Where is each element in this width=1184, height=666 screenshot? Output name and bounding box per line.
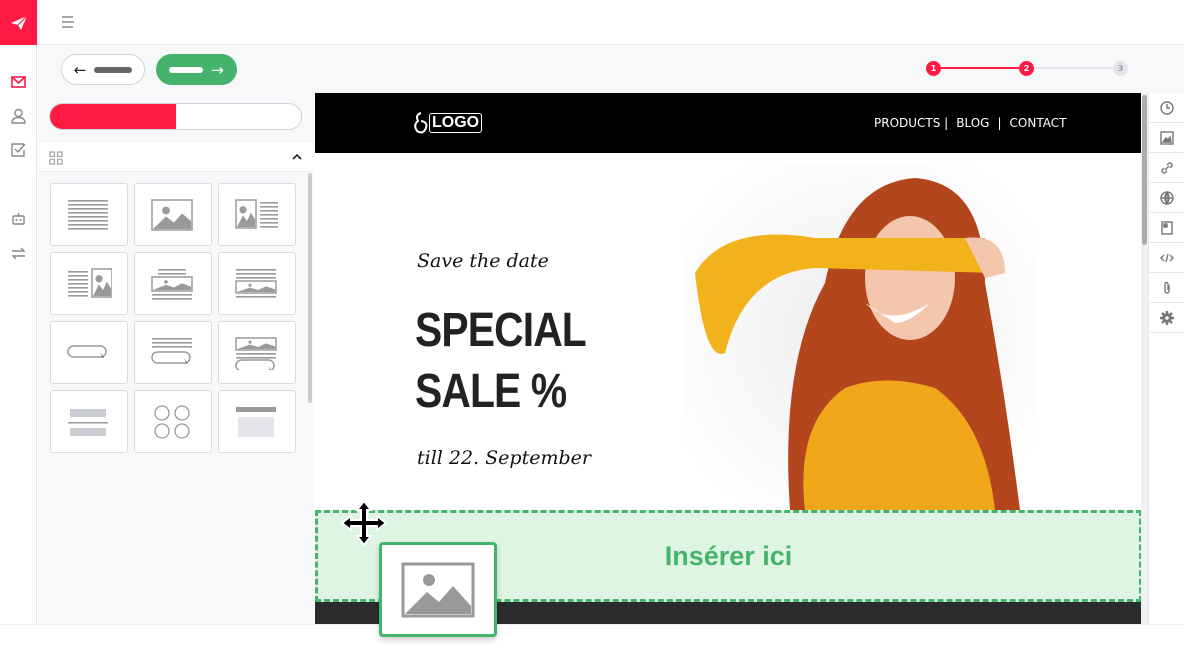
next-button[interactable]: →	[156, 54, 237, 85]
back-label-placeholder	[94, 66, 133, 73]
divider-block-icon	[68, 408, 108, 436]
logo-mark-icon	[414, 112, 428, 134]
hero-eyebrow: Save the date	[417, 250, 549, 272]
text-block-icon	[68, 199, 108, 230]
text-button-block-icon	[151, 337, 192, 364]
image-placeholder-icon	[401, 562, 475, 617]
clock-icon	[1159, 100, 1174, 115]
user-icon[interactable]	[10, 107, 27, 124]
nav-contact[interactable]: CONTACT	[1010, 116, 1067, 130]
spacer-block-icon	[236, 406, 276, 437]
text-image-block-icon	[68, 267, 112, 298]
checklist-icon[interactable]	[10, 141, 27, 158]
text-image-caption-block-icon	[235, 268, 277, 298]
button-block-icon	[67, 344, 107, 358]
block-tile-text-image-caption[interactable]	[218, 252, 296, 315]
next-label-placeholder	[169, 66, 204, 73]
top-bar	[37, 0, 1184, 45]
step-2[interactable]: 2	[1019, 61, 1034, 76]
email-nav: PRODUCTS | BLOG | CONTACT	[874, 116, 1066, 130]
right-tool-gear[interactable]	[1149, 303, 1184, 333]
block-tile-spacer[interactable]	[218, 390, 296, 453]
image-caption-block-icon	[151, 268, 193, 300]
block-tile-divider[interactable]	[50, 390, 128, 453]
robot-icon[interactable]	[10, 210, 27, 227]
arrow-left-icon: ←	[73, 60, 87, 79]
step-3[interactable]: 3	[1113, 61, 1128, 76]
image-block-icon	[151, 198, 193, 231]
social-block-icon	[154, 404, 190, 439]
toolbar: ← →	[38, 46, 1184, 93]
right-tool-globe[interactable]	[1149, 183, 1184, 213]
right-tool-clock[interactable]	[1149, 93, 1184, 123]
hero-headline-line2: SALE %	[415, 365, 567, 418]
blocks-section-header[interactable]	[38, 143, 314, 172]
nav-separator: |	[997, 116, 1002, 130]
logo-text: LOGO	[429, 113, 483, 133]
left-nav	[0, 45, 37, 624]
move-cursor-icon	[340, 499, 388, 547]
app-logo[interactable]	[0, 0, 37, 45]
block-tile-image-caption[interactable]	[134, 252, 212, 315]
globe-icon	[1159, 190, 1174, 205]
gear-icon	[1159, 310, 1174, 325]
right-toolbar	[1148, 93, 1184, 624]
hero-headline-line1: SPECIAL	[415, 304, 587, 357]
canvas-scrollbar-track[interactable]	[1141, 93, 1148, 624]
document-icon	[1160, 220, 1173, 235]
stepper-line-done	[934, 67, 1027, 69]
block-tile-social[interactable]	[134, 390, 212, 453]
chevron-up-icon[interactable]	[292, 153, 302, 161]
step-1[interactable]: 1	[926, 61, 941, 76]
hero-photo	[685, 163, 1035, 510]
panel-scrollbar[interactable]	[308, 173, 312, 403]
hero-date: till 22. September	[417, 447, 591, 469]
menu-toggle-icon[interactable]	[61, 15, 75, 29]
canvas-scrollbar-thumb[interactable]	[1142, 95, 1147, 245]
arrow-right-icon: →	[211, 60, 224, 79]
dragged-image-block[interactable]	[379, 542, 497, 637]
block-tile-image-text-button[interactable]	[218, 321, 296, 384]
right-tool-link[interactable]	[1149, 153, 1184, 183]
right-tool-document[interactable]	[1149, 213, 1184, 243]
swap-icon[interactable]	[10, 245, 27, 262]
mail-icon[interactable]	[10, 73, 27, 90]
stepper-line-todo	[1027, 67, 1121, 69]
image-icon	[1159, 130, 1174, 145]
right-tool-image[interactable]	[1149, 123, 1184, 153]
email-logo[interactable]: LOGO	[413, 111, 483, 135]
link-icon	[1160, 161, 1173, 174]
block-tile-button[interactable]	[50, 321, 128, 384]
grid-icon	[49, 151, 63, 165]
paper-plane-icon	[10, 15, 27, 30]
hero-section[interactable]: Save the date SPECIAL SALE % till 22. Se…	[315, 153, 1142, 510]
right-tool-code[interactable]	[1149, 243, 1184, 273]
drop-zone-label: Insérer ici	[664, 540, 793, 571]
image-text-block-icon	[235, 198, 278, 229]
right-tool-attachment[interactable]	[1149, 273, 1184, 303]
blocks-panel	[38, 93, 314, 624]
block-tile-image[interactable]	[134, 183, 212, 246]
attachment-icon	[1163, 281, 1170, 294]
bottom-bar	[0, 624, 1184, 666]
nav-products[interactable]: PRODUCTS |	[874, 116, 948, 130]
code-icon	[1159, 253, 1174, 262]
block-tile-text[interactable]	[50, 183, 128, 246]
back-button[interactable]: ←	[61, 54, 145, 85]
block-tile-text-button[interactable]	[134, 321, 212, 384]
nav-blog[interactable]: BLOG	[956, 116, 989, 130]
email-header: LOGO PRODUCTS | BLOG | CONTACT	[315, 93, 1142, 153]
image-text-button-block-icon	[235, 336, 277, 370]
block-tile-image-text[interactable]	[218, 183, 296, 246]
progress-bar	[49, 103, 302, 130]
progress-fill	[50, 104, 176, 129]
block-tile-text-image[interactable]	[50, 252, 128, 315]
